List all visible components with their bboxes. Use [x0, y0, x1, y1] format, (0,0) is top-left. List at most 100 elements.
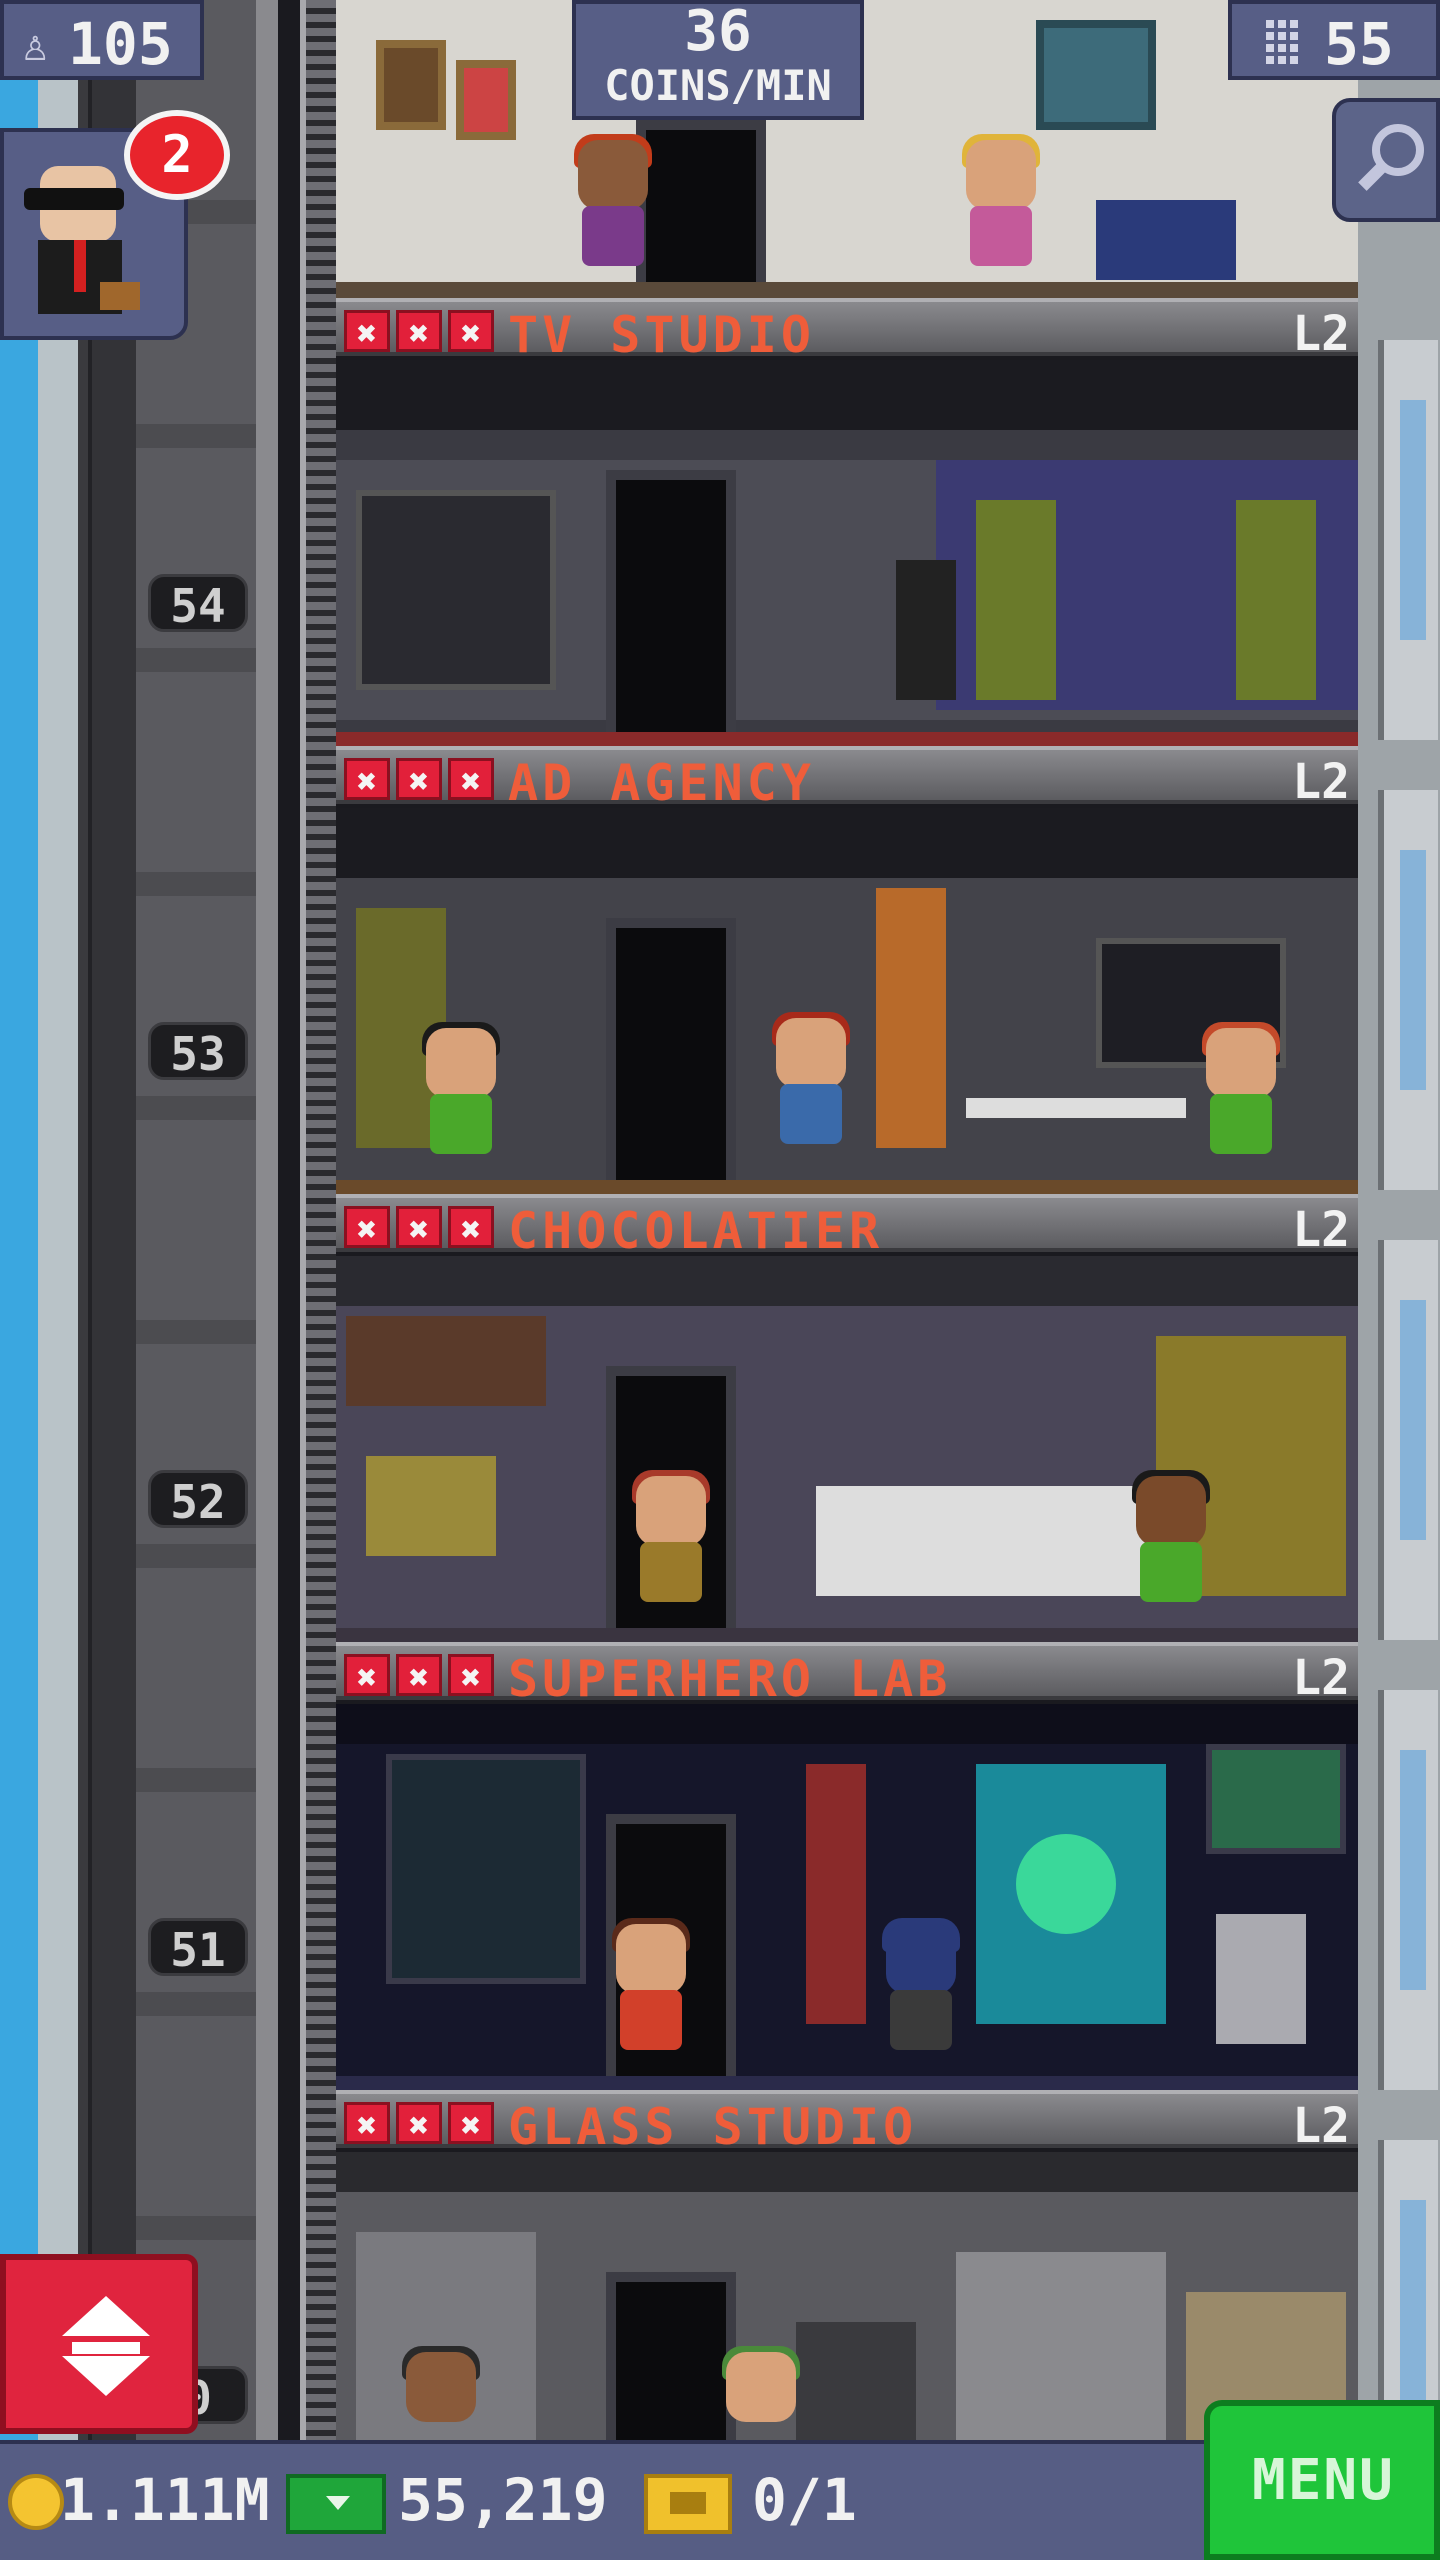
star-empty-icon: ✖ — [344, 310, 390, 354]
star-empty-icon: ✖ — [344, 1206, 390, 1250]
floor-level: L2 — [1292, 1202, 1350, 1258]
room-tv-studio[interactable] — [336, 360, 1358, 750]
plant — [1236, 500, 1316, 700]
glass-shelf — [956, 2252, 1166, 2440]
tenant-character[interactable] — [766, 1012, 856, 1168]
counter — [816, 1486, 1146, 1596]
elevator-button[interactable] — [0, 2254, 198, 2434]
floor-number-54: 54 — [148, 574, 248, 633]
star-rating: ✖ ✖ ✖ — [344, 310, 494, 354]
window — [1036, 20, 1156, 130]
bux-icon[interactable] — [286, 2474, 386, 2534]
star-empty-icon: ✖ — [344, 2102, 390, 2146]
room-ad-agency[interactable] — [336, 808, 1358, 1198]
star-empty-icon: ✖ — [396, 2102, 442, 2146]
coins-per-min-label: COINS/MIN — [604, 61, 832, 110]
population-counter[interactable]: ♙ 105 — [0, 0, 204, 80]
elevator-cable — [300, 0, 336, 2440]
floor-number-51: 51 — [148, 1918, 248, 1977]
coins-per-min-value: 36 — [684, 0, 752, 64]
floor-level: L2 — [1292, 306, 1350, 362]
tenant-character[interactable] — [876, 1918, 966, 2074]
building-edge — [38, 0, 78, 2560]
star-empty-icon: ✖ — [396, 758, 442, 802]
tool-rack — [796, 2322, 916, 2440]
floor-name: AD AGENCY — [508, 754, 815, 812]
search-button[interactable] — [1332, 98, 1440, 222]
elevator-rail-left — [78, 0, 136, 2440]
star-empty-icon: ✖ — [396, 310, 442, 354]
menu-button[interactable]: MENU — [1204, 2400, 1440, 2560]
shelf — [346, 1316, 546, 1406]
floor-name: TV STUDIO — [508, 306, 815, 364]
floor-banner[interactable]: ✖ ✖ ✖ GLASS STUDIO L2 — [336, 2090, 1358, 2156]
desk — [966, 1098, 1186, 1118]
room-door — [606, 918, 736, 1198]
star-empty-icon: ✖ — [448, 1206, 494, 1250]
pillar — [876, 888, 946, 1148]
star-empty-icon: ✖ — [448, 758, 494, 802]
tenant-character[interactable] — [956, 134, 1046, 290]
room-superhero-lab[interactable] — [336, 1704, 1358, 2094]
down-arrow-icon — [62, 2356, 150, 2396]
floor-name: SUPERHERO LAB — [508, 1650, 952, 1708]
star-rating: ✖ ✖ ✖ — [344, 1654, 494, 1698]
dna-tube — [806, 1764, 866, 2024]
star-empty-icon: ✖ — [344, 758, 390, 802]
control-panel — [356, 490, 556, 690]
elevator-rail-right — [256, 0, 278, 2440]
ticket-icon[interactable] — [644, 2474, 732, 2534]
star-rating: ✖ ✖ ✖ — [344, 1206, 494, 1250]
terminal — [1216, 1914, 1306, 2044]
plant — [976, 500, 1056, 700]
elevator-wall — [136, 0, 256, 2440]
room-chocolatier[interactable] — [336, 1256, 1358, 1646]
coins-per-min-panel: 36 COINS/MIN — [572, 0, 864, 120]
star-rating: ✖ ✖ ✖ — [344, 758, 494, 802]
population-value: 105 — [68, 10, 173, 78]
chocolate-pot — [366, 1456, 496, 1556]
person-icon: ♙ — [22, 20, 49, 71]
tenant-character[interactable] — [626, 1470, 716, 1626]
floor-number-52: 52 — [148, 1470, 248, 1529]
exterior-window — [1378, 1240, 1438, 1640]
floor-name: CHOCOLATIER — [508, 1202, 884, 1260]
menu-label: MENU — [1252, 2448, 1395, 2513]
room-glass-studio[interactable] — [336, 2152, 1358, 2440]
star-empty-icon: ✖ — [396, 1654, 442, 1698]
tickets-value: 0/1 — [752, 2466, 857, 2534]
exterior-window — [1378, 1690, 1438, 2090]
tenant-character[interactable] — [1126, 1470, 1216, 1626]
star-empty-icon: ✖ — [344, 1654, 390, 1698]
exterior-window — [1378, 790, 1438, 1190]
floor-count-counter[interactable]: 55 — [1228, 0, 1440, 80]
bux-value: 55,219 — [398, 2466, 608, 2534]
xray-display — [386, 1754, 586, 1984]
up-arrow-icon — [62, 2296, 150, 2336]
building-icon — [1262, 16, 1302, 68]
room-door — [606, 470, 736, 750]
floor-banner[interactable]: ✖ ✖ ✖ CHOCOLATIER L2 — [336, 1194, 1358, 1260]
picture-frame — [456, 60, 516, 140]
tenant-character[interactable] — [606, 1918, 696, 2074]
floor-banner[interactable]: ✖ ✖ ✖ TV STUDIO L2 — [336, 298, 1358, 364]
picture-frame — [376, 40, 446, 130]
tenant-character[interactable] — [396, 2346, 486, 2440]
floor-number-53: 53 — [148, 1022, 248, 1081]
cabinet — [1096, 200, 1236, 280]
tenant-character[interactable] — [716, 2346, 806, 2440]
floor-level: L2 — [1292, 2098, 1350, 2154]
tenant-character[interactable] — [1196, 1022, 1286, 1178]
floor-banner[interactable]: ✖ ✖ ✖ AD AGENCY L2 — [336, 746, 1358, 812]
floor-name: GLASS STUDIO — [508, 2098, 918, 2156]
tenant-character[interactable] — [416, 1022, 506, 1178]
floor-count-value: 55 — [1324, 10, 1394, 78]
hologram-globe — [1016, 1834, 1116, 1934]
floor-banner[interactable]: ✖ ✖ ✖ SUPERHERO LAB L2 — [336, 1642, 1358, 1708]
tenant-character[interactable] — [568, 134, 658, 290]
floor-level: L2 — [1292, 754, 1350, 810]
map-screen — [1206, 1744, 1346, 1854]
camera — [896, 560, 956, 700]
star-empty-icon: ✖ — [396, 1206, 442, 1250]
star-rating: ✖ ✖ ✖ — [344, 2102, 494, 2146]
